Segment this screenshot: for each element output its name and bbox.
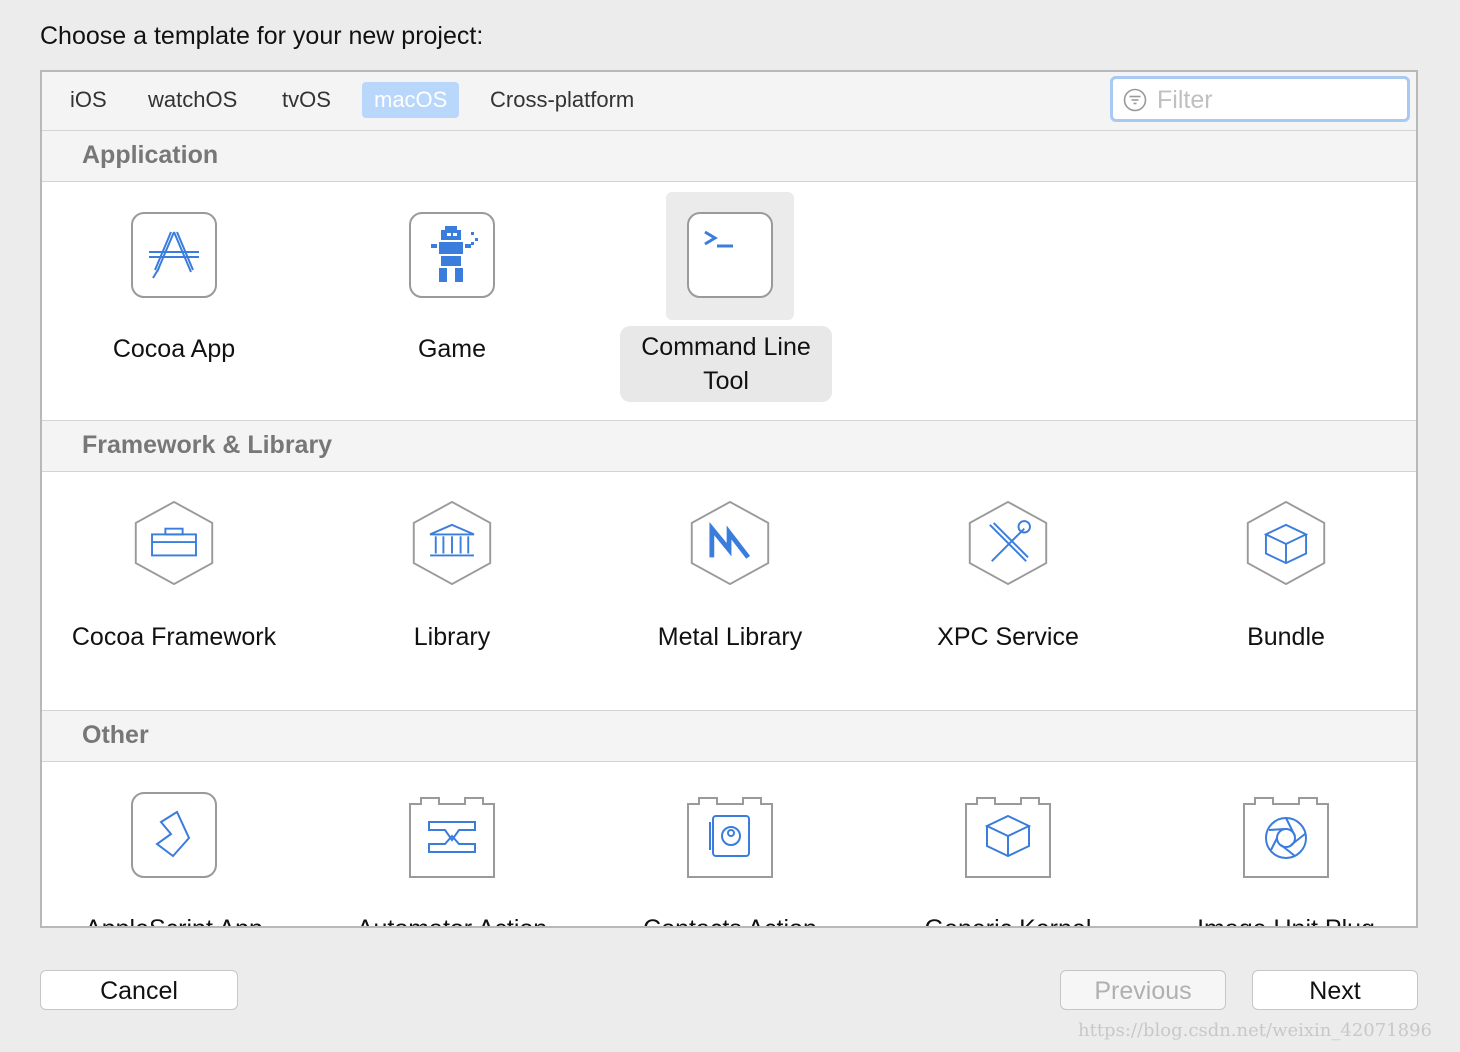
tools-icon (968, 500, 1048, 586)
kernel-icon (965, 797, 1051, 878)
filter-field[interactable]: Filter (1110, 76, 1410, 122)
tab-ios[interactable]: iOS (58, 82, 119, 118)
game-icon (409, 212, 495, 298)
terminal-icon (687, 212, 773, 298)
aperture-icon (1243, 797, 1329, 878)
template-label: XPC Service (937, 623, 1079, 651)
script-icon (131, 792, 217, 878)
template-label: Bundle (1247, 623, 1325, 651)
template-panel: iOS watchOS tvOS macOS Cross-platform Fi… (40, 70, 1418, 928)
template-label: Cocoa App (112, 335, 236, 363)
template-label: Cocoa Framework (71, 623, 277, 651)
template-label: Game (417, 335, 487, 363)
template-label: Metal Library (657, 623, 803, 651)
template-label: Contacts Action (600, 912, 860, 926)
section-title: Other (82, 721, 149, 749)
watermark: https://blog.csdn.net/weixin_42071896 (1078, 1020, 1433, 1041)
section-title: Framework & Library (82, 431, 333, 459)
template-label: Library (413, 623, 491, 651)
section-title: Application (82, 141, 219, 169)
template-label: Command Line Tool (620, 326, 832, 402)
template-label: Generic Kernel (878, 912, 1138, 926)
previous-button[interactable]: Previous (1060, 970, 1226, 1010)
filter-placeholder: Filter (1157, 86, 1213, 114)
cancel-button[interactable]: Cancel (40, 970, 238, 1010)
tab-macos[interactable]: macOS (362, 82, 460, 118)
tab-tvos[interactable]: tvOS (270, 82, 343, 118)
library-icon (412, 500, 492, 586)
section-header-application: Application (42, 130, 1416, 182)
contacts-icon (687, 797, 773, 878)
template-label: Automator Action (322, 912, 582, 926)
automator-icon (409, 797, 495, 878)
app-store-icon (131, 212, 217, 298)
section-header-other: Other (42, 710, 1416, 762)
template-label: Image Unit Plug (1156, 912, 1416, 926)
metal-icon (690, 500, 770, 586)
section-header-framework: Framework & Library (42, 420, 1416, 472)
dialog-prompt: Choose a template for your new project: (40, 22, 484, 50)
tab-cross-platform[interactable]: Cross-platform (478, 82, 646, 118)
cube-icon (1246, 500, 1326, 586)
template-label: AppleScript App (44, 912, 304, 926)
next-button[interactable]: Next (1252, 970, 1418, 1010)
platform-tabbar: iOS watchOS tvOS macOS Cross-platform Fi… (42, 72, 1416, 131)
filter-icon (1123, 88, 1147, 112)
toolbox-icon (134, 500, 214, 586)
tab-watchos[interactable]: watchOS (136, 82, 249, 118)
